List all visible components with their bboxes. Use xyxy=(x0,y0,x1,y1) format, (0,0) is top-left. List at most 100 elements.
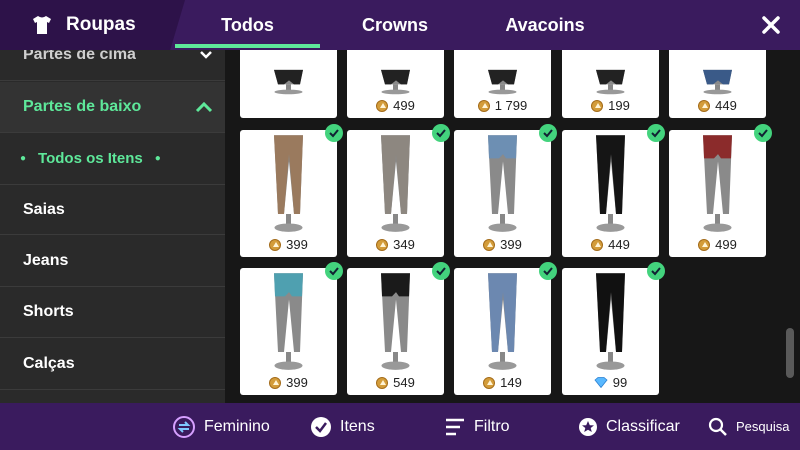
tab-crowns[interactable]: Crowns xyxy=(325,0,465,50)
price-value: 449 xyxy=(715,98,737,113)
item-card[interactable]: 399 xyxy=(240,124,343,257)
owned-check-icon xyxy=(325,124,343,142)
item-price: 399 xyxy=(240,237,337,252)
owned-check-icon xyxy=(432,124,450,142)
item-price: 349 xyxy=(347,237,444,252)
bottom-bar: Feminino Itens Filtro Classificar Pesqui… xyxy=(0,403,800,450)
owned-check-icon xyxy=(754,124,772,142)
items-label: Itens xyxy=(340,417,375,435)
diamond-icon xyxy=(594,377,608,388)
item-price: 399 xyxy=(454,237,551,252)
search-label: Pesquisa xyxy=(736,419,790,434)
mannequin-image xyxy=(703,69,732,95)
price-value: 199 xyxy=(608,98,630,113)
tab-label: Todos xyxy=(221,14,274,35)
price-value: 399 xyxy=(286,237,308,252)
price-value: 1 799 xyxy=(494,98,528,113)
shirt-icon xyxy=(33,16,51,34)
item-price: 399 xyxy=(240,375,337,390)
gender-button[interactable]: Feminino xyxy=(172,403,270,450)
price-value: 499 xyxy=(715,237,737,252)
price-value: 449 xyxy=(608,237,630,252)
sidebar-item-label: Saias xyxy=(23,200,65,218)
gender-label: Feminino xyxy=(204,417,270,435)
item-card[interactable]: 449 xyxy=(562,124,665,257)
item-card[interactable]: 399 xyxy=(454,124,557,257)
price-value: 149 xyxy=(500,375,522,390)
search-button[interactable]: Pesquisa xyxy=(708,403,789,450)
tab-todos[interactable]: Todos xyxy=(175,0,320,50)
item-card[interactable]: 349 xyxy=(347,124,450,257)
item-card[interactable]: 99 xyxy=(562,262,665,395)
check-circle-icon xyxy=(311,416,331,437)
item-card[interactable]: 499 xyxy=(669,124,772,257)
sort-button[interactable]: Classificar xyxy=(578,403,680,450)
tab-label: Crowns xyxy=(361,14,428,35)
price-value: 499 xyxy=(393,98,415,113)
item-card[interactable] xyxy=(240,50,337,118)
coin-icon xyxy=(269,238,282,251)
mannequin-image xyxy=(274,135,303,232)
item-card[interactable]: 149 xyxy=(454,262,557,395)
mannequin-image xyxy=(596,273,625,370)
mannequin-image xyxy=(274,273,303,370)
items-button[interactable]: Itens xyxy=(310,403,375,450)
coin-icon xyxy=(477,99,490,112)
coin-icon xyxy=(376,238,389,251)
owned-check-icon xyxy=(325,262,343,280)
item-card[interactable]: 449 xyxy=(669,50,766,118)
mannequin-image xyxy=(274,69,303,95)
item-card[interactable]: 549 xyxy=(347,262,450,395)
item-card[interactable]: 499 xyxy=(347,50,444,118)
sidebar-item-saias[interactable]: Saias xyxy=(0,184,225,235)
sidebar-item-todos-os-itens[interactable]: ● Todos os Itens ● xyxy=(0,133,225,184)
sidebar-item-jeans[interactable]: Jeans xyxy=(0,236,225,287)
filter-button[interactable]: Filtro xyxy=(444,403,510,450)
item-card[interactable]: 1 799 xyxy=(454,50,551,118)
coin-icon xyxy=(591,99,604,112)
scrollbar[interactable] xyxy=(786,328,794,378)
tab-avacoins[interactable]: Avacoins xyxy=(470,0,620,50)
sort-label: Classificar xyxy=(606,417,680,435)
owned-check-icon xyxy=(647,124,665,142)
coin-icon xyxy=(483,238,496,251)
item-price: 449 xyxy=(562,237,659,252)
sidebar-item-shorts[interactable]: Shorts xyxy=(0,287,225,338)
filter-icon xyxy=(446,418,464,435)
owned-check-icon xyxy=(432,262,450,280)
sidebar-item-label: Partes de cima xyxy=(23,50,136,63)
item-price: 499 xyxy=(669,237,766,252)
item-card[interactable]: 199 xyxy=(562,50,659,118)
sidebar-item-calcas[interactable]: Calças xyxy=(0,339,225,390)
sidebar-item-partes-de-baixo[interactable]: Partes de baixo xyxy=(0,82,225,133)
price-value: 399 xyxy=(286,375,308,390)
mannequin-image xyxy=(488,69,517,95)
coin-icon xyxy=(483,376,496,389)
filter-label: Filtro xyxy=(474,417,510,435)
bullet-left: ● xyxy=(20,153,27,164)
item-price: 549 xyxy=(347,375,444,390)
sort-star-icon xyxy=(579,417,597,436)
bullet-right: ● xyxy=(154,153,161,164)
chevron-up-icon xyxy=(195,101,213,113)
mannequin-image xyxy=(381,69,410,95)
mannequin-image xyxy=(381,273,410,370)
page-title: Roupas xyxy=(66,14,136,35)
owned-check-icon xyxy=(539,262,557,280)
price-value: 549 xyxy=(393,375,415,390)
sidebar-item-partes-de-cima[interactable]: Partes de cima xyxy=(0,50,225,81)
mannequin-image xyxy=(381,135,410,232)
item-price: 199 xyxy=(562,98,659,113)
owned-check-icon xyxy=(539,124,557,142)
sidebar-item-label: Todos os Itens xyxy=(38,150,143,167)
item-card[interactable]: 399 xyxy=(240,262,343,395)
mannequin-image xyxy=(703,135,732,232)
close-button[interactable] xyxy=(756,10,786,40)
item-price: 149 xyxy=(454,375,551,390)
coin-icon xyxy=(698,99,711,112)
sidebar: Partes de cima Partes de baixo ● Todos o… xyxy=(0,50,225,403)
coin-icon xyxy=(591,238,604,251)
sidebar-item-label: Partes de baixo xyxy=(23,98,142,115)
item-price: 449 xyxy=(669,98,766,113)
tab-label: Avacoins xyxy=(505,14,585,35)
